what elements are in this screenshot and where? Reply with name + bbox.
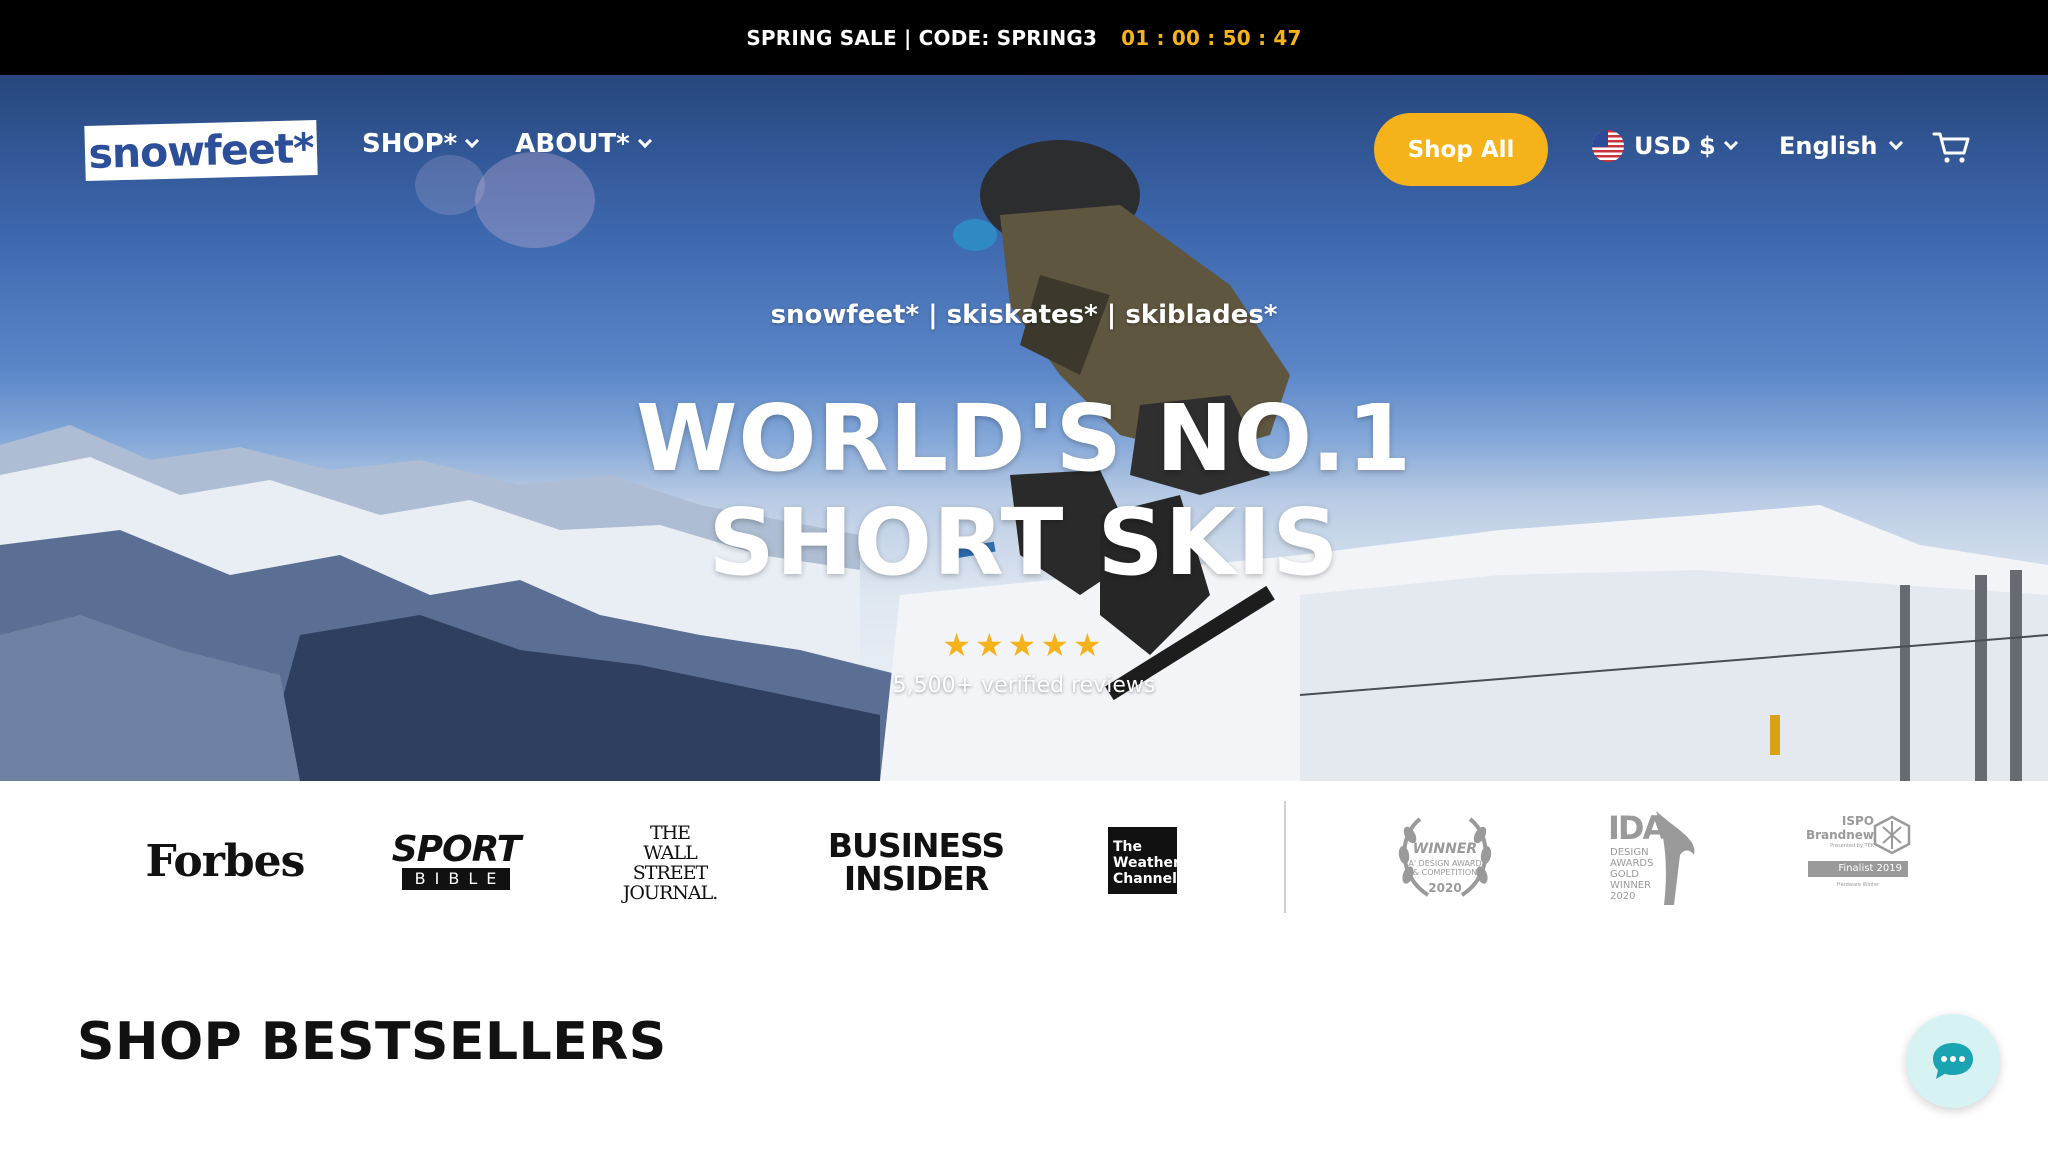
nav-shop[interactable]: SHOP* xyxy=(362,129,480,159)
us-flag-icon xyxy=(1592,130,1624,162)
chevron-down-icon xyxy=(1723,135,1738,151)
sportbible-bottom: BIBLE xyxy=(402,868,510,890)
ispo-finalist-bar: Finalist 2019 xyxy=(1808,861,1908,877)
weather-line-3: Channel xyxy=(1113,871,1177,887)
a-design-award-badge: WINNER A' DESIGN AWARD & COMPETITION 202… xyxy=(1390,811,1500,901)
nav-shop-label: SHOP* xyxy=(362,129,458,159)
sportbible-logo: SPORT BIBLE xyxy=(392,829,521,893)
nav-about[interactable]: ABOUT* xyxy=(515,129,652,159)
press-divider xyxy=(1284,801,1286,913)
currency-label: USD $ xyxy=(1634,132,1716,160)
wall-street-journal-logo: THE WALL STREET JOURNAL. xyxy=(610,823,730,903)
ida-line-5: 2020 xyxy=(1610,891,1636,902)
chevron-down-icon xyxy=(465,133,480,149)
hero-section: snowfeet* SHOP* ABOUT* Shop All USD $ En… xyxy=(0,75,2048,781)
weather-line-1: The xyxy=(1113,839,1143,855)
hero-headline-line2: SHORT SKIS xyxy=(708,489,1340,596)
ida-title: IDA xyxy=(1608,809,1667,847)
hero-headline: WORLD'S NO.1 SHORT SKIS xyxy=(0,387,2048,595)
hero-headline-line1: WORLD'S NO.1 xyxy=(635,385,1413,492)
ispo-line-2: Brandnew xyxy=(1805,828,1874,842)
chevron-down-icon xyxy=(1889,135,1904,151)
winner-year: 2020 xyxy=(1428,881,1462,895)
ida-line-4: WINNER xyxy=(1610,880,1652,891)
bi-line-2: INSIDER xyxy=(843,859,989,898)
chevron-down-icon xyxy=(637,133,652,149)
wsj-line-3: JOURNAL. xyxy=(622,882,719,904)
hero-tagline: snowfeet* | skiskates* | skiblades* xyxy=(770,300,1278,330)
business-insider-logo: BUSINESS INSIDER xyxy=(826,827,1006,897)
weather-channel-logo: The Weather Channel xyxy=(1108,827,1180,894)
weather-line-2: Weather xyxy=(1113,855,1180,871)
cart-button[interactable] xyxy=(1932,131,1970,169)
wsj-line-1: THE xyxy=(649,822,691,844)
currency-selector[interactable]: USD $ xyxy=(1592,130,1738,162)
nav-about-label: ABOUT* xyxy=(515,129,630,159)
winner-title: WINNER xyxy=(1412,841,1478,857)
shop-all-button[interactable]: Shop All xyxy=(1374,113,1548,186)
language-label: English xyxy=(1779,132,1878,160)
rating-stars: ★★★★★ xyxy=(942,626,1106,664)
winner-sub-1: A' DESIGN AWARD xyxy=(1408,859,1482,868)
chat-icon xyxy=(1933,1043,1973,1079)
winner-sub-2: & COMPETITION xyxy=(1412,868,1478,877)
press-logos-strip: Forbes SPORT BIBLE THE WALL STREET JOURN… xyxy=(0,781,2048,931)
winner-subtitle: A' DESIGN AWARD & COMPETITION xyxy=(1390,859,1500,877)
snowfeet-logo[interactable]: snowfeet* xyxy=(84,119,318,182)
announcement-text: SPRING SALE | CODE: SPRING3 xyxy=(746,25,1098,50)
ida-design-award-badge: IDA DESIGN AWARDS GOLD WINNER 2020 xyxy=(1606,809,1701,905)
ispo-cube-icon xyxy=(1873,815,1911,855)
ida-subtitle: DESIGN AWARDS GOLD WINNER 2020 xyxy=(1610,847,1653,902)
ispo-brandnew-badge: ISPO Brandnew Presented by TEK Finalist … xyxy=(1804,815,1912,895)
main-nav: SHOP* ABOUT* xyxy=(362,129,652,159)
shop-bestsellers-title: SHOP BESTSELLERS xyxy=(77,1012,667,1072)
verified-reviews-text: 5,500+ verified reviews xyxy=(892,673,1156,698)
sportbible-top: SPORT xyxy=(391,829,522,870)
ida-line-2: AWARDS xyxy=(1610,858,1654,869)
cart-icon xyxy=(1932,132,1970,163)
ispo-line-3: Presented by TEK xyxy=(1830,843,1874,849)
forbes-logo: Forbes xyxy=(145,835,306,887)
ida-line-1: DESIGN xyxy=(1610,847,1649,858)
chat-button[interactable] xyxy=(1906,1014,2000,1108)
announcement-bar: SPRING SALE | CODE: SPRING3 01 : 00 : 50… xyxy=(0,0,2048,75)
ispo-line-1: ISPO xyxy=(1841,814,1874,828)
bi-line-1: BUSINESS xyxy=(827,826,1005,865)
ida-line-3: GOLD xyxy=(1610,869,1639,880)
countdown-timer: 01 : 00 : 50 : 47 xyxy=(1121,25,1302,50)
wsj-line-2: WALL STREET xyxy=(632,842,708,884)
ispo-line-4: Hardware Winter xyxy=(1836,882,1880,888)
language-selector[interactable]: English xyxy=(1779,132,1904,160)
